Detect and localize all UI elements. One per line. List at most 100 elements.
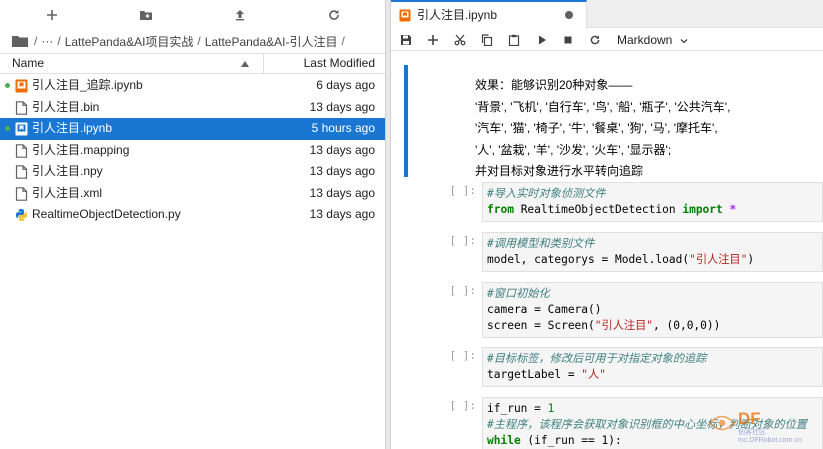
file-row[interactable]: 引人注目.mapping 13 days ago	[0, 140, 385, 162]
file-row[interactable]: 引人注目.xml 13 days ago	[0, 183, 385, 205]
tab-bar: 引人注目.ipynb	[391, 0, 823, 29]
code-text: if_run =	[487, 402, 548, 415]
code-editor[interactable]: #导入实时对象侦测文件 from RealtimeObjectDetection …	[482, 182, 823, 222]
code-comment: #调用模型和类别文件	[487, 237, 595, 250]
unsaved-indicator-icon[interactable]	[565, 11, 573, 19]
cell-prompt: [ ]:	[449, 284, 477, 297]
cell-type-dropdown[interactable]: Markdown	[617, 31, 688, 49]
cell-collapser[interactable]	[404, 65, 408, 177]
code-cell[interactable]: [ ]: #窗口初始化 camera = Camera() screen = Scr…	[404, 282, 823, 338]
play-icon	[539, 35, 546, 45]
file-row[interactable]: 引人注目.ipynb 5 hours ago	[0, 118, 385, 140]
file-name: 引人注目.mapping	[32, 142, 130, 157]
restart-kernel-button[interactable]	[587, 32, 603, 48]
chevron-down-icon	[680, 38, 688, 44]
refresh-icon	[590, 35, 600, 45]
plus-icon	[428, 35, 438, 45]
code-text: targetLabel =	[487, 368, 582, 381]
refresh-button[interactable]	[323, 4, 345, 26]
running-indicator-icon	[5, 83, 10, 88]
column-header-modified[interactable]: Last Modified	[264, 54, 385, 73]
copy-cell-button[interactable]	[479, 32, 495, 48]
file-icon	[15, 100, 28, 115]
breadcrumb-root[interactable]: /	[34, 34, 37, 48]
column-header-modified-label: Last Modified	[303, 56, 375, 70]
code-cell[interactable]: [ ]: #目标标签，修改后可用于对指定对象的追踪 targetLabel = "…	[404, 347, 823, 387]
markdown-rendered: 效果：能够识别20种对象—— '背景', '飞机', '自行车', '鸟', '…	[475, 75, 823, 183]
tab-notebook[interactable]: 引人注目.ipynb	[391, 0, 587, 29]
code-string: "引人注目"	[689, 253, 748, 266]
breadcrumb-sep: /	[57, 34, 61, 48]
code-keyword: while	[487, 434, 521, 447]
cut-cell-button[interactable]	[452, 32, 468, 48]
breadcrumb-item-folder[interactable]: LattePanda&AI-引人注目	[205, 33, 338, 50]
code-comment: #目标标签，修改后可用于对指定对象的追踪	[487, 352, 707, 365]
code-text: model, categorys = Model.load(	[487, 253, 690, 266]
plus-icon	[47, 10, 57, 20]
file-icon	[15, 186, 28, 201]
cell-prompt: [ ]:	[449, 234, 477, 247]
file-name: RealtimeObjectDetection.py	[32, 207, 181, 221]
code-cell[interactable]: [ ]: #导入实时对象侦测文件 from RealtimeObjectDetec…	[404, 182, 823, 222]
code-text: (if_run == 1):	[520, 434, 622, 447]
watermark-text: DF	[738, 409, 761, 428]
dfrobot-logo-icon	[708, 415, 736, 431]
code-text: screen = Screen(	[487, 319, 595, 332]
paste-cell-button[interactable]	[506, 32, 522, 48]
file-icon	[15, 165, 28, 179]
upload-icon	[236, 10, 244, 21]
breadcrumb-ellipsis[interactable]: ···	[41, 34, 53, 48]
markdown-line: '人', '盆栽', '羊', '沙发', '火车', '显示器';	[475, 142, 672, 157]
code-comment: #导入实时对象侦测文件	[487, 187, 606, 200]
notebook-icon	[15, 122, 28, 136]
file-modified: 5 hours ago	[311, 121, 375, 135]
run-cell-button[interactable]	[534, 32, 550, 48]
file-list-header: Name Last Modified	[0, 53, 385, 74]
breadcrumb: / ··· / LattePanda&AI项目实战 / LattePanda&A…	[12, 31, 349, 51]
markdown-line: 效果：能够识别20种对象——	[475, 78, 633, 92]
file-modified: 13 days ago	[309, 99, 375, 114]
notebook-toolbar: Markdown	[391, 29, 823, 51]
code-text: , (0,0,0))	[653, 319, 721, 332]
markdown-line: '背景', '飞机', '自行车', '鸟', '船', '瓶子', '公共汽车…	[475, 99, 731, 114]
breadcrumb-sep: /	[197, 34, 201, 48]
file-list: 引人注目_追踪.ipynb 6 days ago 引人注目.bin 13 days a…	[0, 75, 385, 226]
interrupt-kernel-button[interactable]	[560, 32, 576, 48]
file-name: 引人注目.xml	[32, 185, 102, 200]
insert-cell-button[interactable]	[425, 32, 441, 48]
markdown-cell[interactable]: 效果：能够识别20种对象—— '背景', '飞机', '自行车', '鸟', '…	[404, 65, 823, 178]
file-modified: 13 days ago	[309, 185, 375, 200]
code-number: 1	[547, 402, 555, 415]
cell-prompt: [ ]:	[449, 349, 477, 362]
code-editor[interactable]: #目标标签，修改后可用于对指定对象的追踪 targetLabel = "人"	[482, 347, 823, 387]
breadcrumb-sep: /	[341, 34, 345, 48]
file-row[interactable]: 引人注目_追踪.ipynb 6 days ago	[0, 75, 385, 97]
file-row[interactable]: 引人注目.bin 13 days ago	[0, 97, 385, 119]
python-icon	[16, 209, 27, 221]
watermark: DF 创客社区 mc.DFRobot.com.cn	[708, 408, 823, 444]
new-folder-icon	[140, 11, 152, 20]
file-row[interactable]: 引人注目.npy 13 days ago	[0, 161, 385, 183]
save-button[interactable]	[398, 32, 414, 48]
file-row[interactable]: RealtimeObjectDetection.py 13 days ago	[0, 204, 385, 226]
notebook-icon	[399, 9, 411, 22]
scissors-icon	[454, 34, 466, 46]
code-editor[interactable]: #调用模型和类别文件 model, categorys = Model.load(…	[482, 232, 823, 272]
running-indicator-icon	[5, 126, 10, 131]
code-cell[interactable]: [ ]: #调用模型和类别文件 model, categorys = Model.…	[404, 232, 823, 272]
code-editor[interactable]: #窗口初始化 camera = Camera() screen = Screen("…	[482, 282, 823, 338]
code-string: "人"	[581, 368, 606, 381]
column-header-name[interactable]: Name	[0, 54, 264, 73]
markdown-line: 并对目标对象进行水平转向追踪	[475, 164, 644, 179]
code-comment: #窗口初始化	[487, 287, 550, 300]
paste-icon	[508, 34, 520, 46]
new-launcher-button[interactable]	[41, 4, 63, 26]
breadcrumb-item-project[interactable]: LattePanda&AI项目实战	[65, 33, 194, 50]
folder-icon[interactable]	[12, 35, 28, 47]
cell-type-value: Markdown	[617, 33, 673, 47]
file-name: 引人注目.ipynb	[32, 121, 113, 135]
notebook-body: 效果：能够识别20种对象—— '背景', '飞机', '自行车', '鸟', '…	[391, 52, 823, 449]
upload-button[interactable]	[229, 4, 251, 26]
cell-prompt: [ ]:	[449, 184, 477, 197]
new-folder-button[interactable]	[135, 4, 157, 26]
